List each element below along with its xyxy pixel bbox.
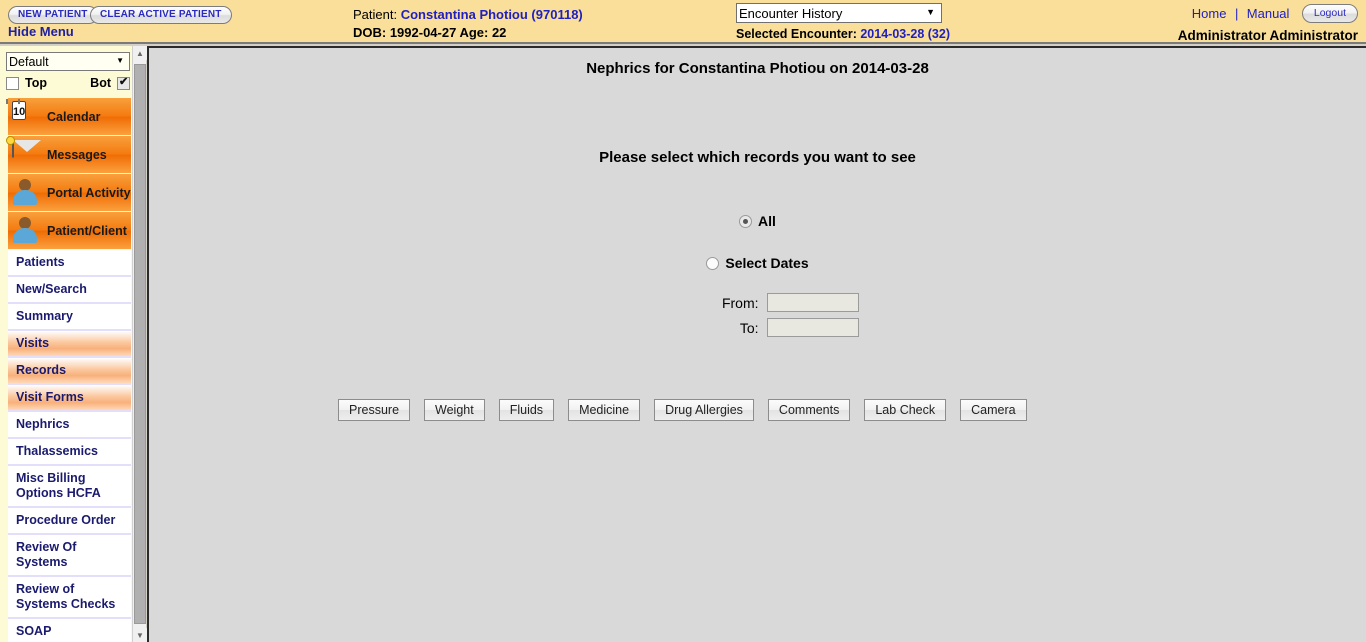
sidebar-menu-scroll-area: 10 Calendar Messages Portal Activity Pat… [0, 98, 131, 642]
sidebar-scrollbar[interactable]: ▲ ▼ [132, 46, 147, 642]
top-bot-toggle-row: Top Bot [6, 76, 130, 90]
selected-encounter-date-link[interactable]: 2014-03-28 (32) [860, 27, 950, 41]
top-checkbox-label: Top [25, 76, 47, 90]
sidebar-item-review-of-systems-checks[interactable]: Review of Systems Checks [8, 577, 131, 619]
sidebar-item-procedure-order[interactable]: Procedure Order [8, 508, 131, 535]
scroll-down-arrow-icon[interactable]: ▼ [133, 628, 147, 642]
patient-name-link[interactable]: Constantina Photiou (970118) [401, 7, 583, 22]
top-right-nav: Home | Manual Logout Administrator Admin… [1177, 4, 1358, 43]
selection-prompt: Please select which records you want to … [599, 149, 916, 166]
sidebar-item-label: Messages [47, 147, 107, 162]
top-header-bar: NEW PATIENT CLEAR ACTIVE PATIENT Hide Me… [0, 0, 1366, 44]
left-sidebar: Default ▼ Top Bot 10 Calendar Messages [0, 46, 146, 642]
sidebar-item-new-search[interactable]: New/Search [8, 277, 131, 304]
sidebar-item-thalassemics[interactable]: Thalassemics [8, 439, 131, 466]
clear-active-patient-button[interactable]: CLEAR ACTIVE PATIENT [90, 6, 232, 24]
selected-encounter-label: Selected Encounter: [736, 27, 857, 41]
radio-all[interactable] [739, 214, 753, 228]
envelope-icon [6, 135, 42, 170]
sidebar-item-patients[interactable]: Patients [8, 250, 131, 277]
sidebar-item-visit-forms[interactable]: Visit Forms [8, 385, 131, 412]
hide-menu-link[interactable]: Hide Menu [8, 24, 74, 39]
radio-all-row: All [149, 213, 1366, 229]
top-right-links-row: Home | Manual Logout [1178, 4, 1358, 25]
sidebar-item-visits[interactable]: Visits [8, 331, 131, 358]
encounter-select-wrapper: Encounter History ▼ [736, 3, 942, 23]
radio-select-dates[interactable] [706, 256, 720, 270]
logged-in-user-name: Administrator Administrator [1177, 28, 1358, 43]
sidebar-item-patient-client[interactable]: Patient/Client [8, 212, 131, 249]
patient-dob-age: DOB: 1992-04-27 Age: 22 [353, 25, 507, 40]
medicine-button[interactable]: Medicine [568, 399, 641, 421]
sidebar-item-soap[interactable]: SOAP [8, 619, 131, 642]
sidebar-item-nephrics[interactable]: Nephrics [8, 412, 131, 439]
date-range-fields: From: To: [149, 293, 1366, 337]
fluids-button[interactable]: Fluids [498, 399, 555, 421]
from-date-row: From: [149, 293, 1366, 312]
person-icon [12, 178, 42, 208]
lab-check-button[interactable]: Lab Check [864, 399, 947, 421]
page-title: Nephrics for Constantina Photiou on 2014… [586, 60, 929, 77]
bot-checkbox-label: Bot [90, 76, 111, 90]
theme-select-wrapper: Default ▼ [6, 52, 130, 71]
calendar-icon-day: 10 [13, 105, 26, 118]
sidebar-item-label: Patient/Client [47, 223, 127, 238]
drug-allergies-button[interactable]: Drug Allergies [654, 399, 754, 421]
to-date-row: To: [149, 318, 1366, 337]
scroll-up-arrow-icon[interactable]: ▲ [133, 46, 147, 60]
scrollbar-thumb[interactable] [134, 64, 146, 624]
sidebar-item-summary[interactable]: Summary [8, 304, 131, 331]
main-content-area: Nephrics for Constantina Photiou on 2014… [147, 46, 1366, 642]
encounter-block: Encounter History ▼ Selected Encounter: … [736, 3, 950, 41]
home-link[interactable]: Home [1192, 6, 1227, 21]
selected-encounter-row: Selected Encounter: 2014-03-28 (32) [736, 27, 950, 41]
patient-info-block: Patient: Constantina Photiou (970118) DO… [353, 6, 583, 42]
to-label: To: [739, 319, 759, 336]
from-date-input[interactable] [766, 293, 859, 312]
sidebar-item-misc-billing-options-hcfa[interactable]: Misc Billing Options HCFA [8, 466, 131, 508]
top-checkbox[interactable] [6, 76, 19, 90]
form-buttons-row: Pressure Weight Fluids Medicine Drug All… [149, 399, 1366, 421]
sidebar-item-label: Calendar [47, 109, 101, 124]
encounter-history-select[interactable]: Encounter History [736, 3, 942, 23]
new-patient-button[interactable]: NEW PATIENT [8, 6, 98, 24]
theme-select[interactable]: Default [6, 52, 130, 71]
manual-link[interactable]: Manual [1247, 6, 1290, 21]
from-label: From: [721, 294, 759, 311]
sidebar-item-review-of-systems[interactable]: Review Of Systems [8, 535, 131, 577]
sidebar-item-label: Portal Activity [47, 185, 131, 200]
sidebar-item-portal-activity[interactable]: Portal Activity [8, 174, 131, 211]
weight-button[interactable]: Weight [424, 399, 485, 421]
logout-button[interactable]: Logout [1301, 4, 1358, 23]
sidebar-item-messages[interactable]: Messages [6, 135, 131, 173]
comments-button[interactable]: Comments [767, 399, 851, 421]
patient-label: Patient: [353, 7, 398, 22]
bot-checkbox[interactable] [117, 76, 130, 90]
radio-all-label: All [758, 213, 776, 229]
to-date-input[interactable] [766, 318, 859, 337]
radio-select-dates-row: Select Dates [149, 255, 1366, 271]
camera-button[interactable]: Camera [960, 399, 1027, 421]
radio-select-dates-label: Select Dates [725, 255, 809, 271]
pressure-button[interactable]: Pressure [338, 399, 411, 421]
sidebar-item-calendar[interactable]: 10 Calendar [8, 98, 131, 135]
person-icon [12, 216, 42, 246]
patient-name-row: Patient: Constantina Photiou (970118) [353, 6, 583, 24]
calendar-icon: 10 [12, 100, 42, 132]
sidebar-item-records[interactable]: Records [8, 358, 131, 385]
nav-separator: | [1234, 6, 1239, 21]
